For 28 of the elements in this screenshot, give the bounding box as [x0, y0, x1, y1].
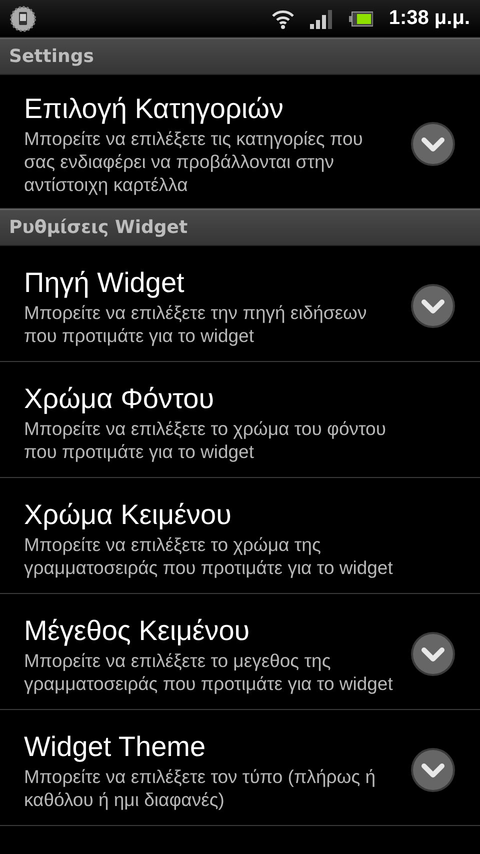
- dropdown-icon[interactable]: [410, 120, 456, 166]
- item-summary: Μπορείτε να επιλέξετε την πηγή ειδήσεων που προτιμάτε για το widget: [24, 300, 368, 346]
- settings-item[interactable]: Μέγεθος Κειμένου Μπορείτε να επιλέξετε το μεγεθος της γραμματοσειράς που προτιμάτε για το widget: [0, 594, 480, 710]
- dropdown-icon[interactable]: [410, 282, 456, 328]
- clock-time: 1:38 μ.μ.: [388, 7, 470, 30]
- battery-icon: [348, 10, 373, 26]
- settings-item[interactable]: Πηγή Widget Μπορείτε να επιλέξετε την πηγή ειδήσεων που προτιμάτε για το widget: [0, 246, 480, 362]
- phone-gear-icon: [10, 6, 36, 32]
- item-title: Πηγή Widget: [24, 266, 186, 300]
- item-summary: Μπορείτε να επιλέξετε τον τύπο (πλήρως ή καθόλου ή ημι διαφανές): [24, 764, 377, 810]
- item-summary: Μπορείτε να επιλέξετε το χρώμα της γραμματοσειράς που προτιμάτε για το widget: [24, 532, 394, 578]
- settings-item[interactable]: Χρώμα Φόντου Μπορείτε να επιλέξετε το χρώμα του φόντου που προτιμάτε για το widget: [0, 362, 480, 478]
- signal-icon: [308, 8, 333, 30]
- section-header: Ρυθμίσεις Widget: [0, 209, 480, 246]
- section-header: Settings: [0, 38, 480, 75]
- settings-item[interactable]: Widget Theme Μπορείτε να επιλέξετε τον τύπο (πλήρως ή καθόλου ή ημι διαφανές): [0, 710, 480, 826]
- item-title: Χρώμα Κειμένου: [24, 498, 232, 532]
- wifi-icon: [270, 8, 295, 30]
- item-summary: Μπορείτε να επιλέξετε το μεγεθος της γραμματοσειράς που προτιμάτε για το widget: [24, 648, 394, 694]
- dropdown-icon[interactable]: [410, 746, 456, 792]
- item-summary: Μπορείτε να επιλέξετε τις κατηγορίες που σας ενδιαφέρει να προβάλλονται στην αντίστοιχη καρτέλλα: [24, 127, 364, 196]
- item-summary: Μπορείτε να επιλέξετε το χρώμα του φόντου που προτιμάτε για το widget: [24, 416, 387, 462]
- item-title: Χρώμα Φόντου: [24, 382, 216, 416]
- item-title: Επιλογή Κατηγοριών: [24, 92, 284, 126]
- settings-item[interactable]: Χρώμα Κειμένου Μπορείτε να επιλέξετε το χρώμα της γραμματοσειράς που προτιμάτε για το widget: [0, 478, 480, 594]
- dropdown-icon[interactable]: [410, 630, 456, 676]
- item-title: Μέγεθος Κειμένου: [24, 614, 251, 648]
- item-title: Widget Theme: [24, 730, 207, 764]
